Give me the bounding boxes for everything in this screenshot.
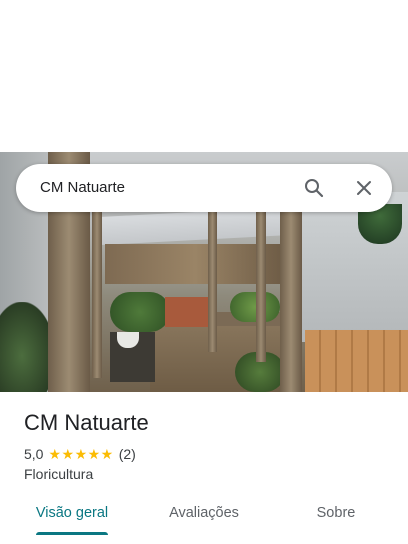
photo-detail — [110, 292, 170, 332]
place-title: CM Natuarte — [24, 410, 149, 435]
active-tab-indicator — [36, 532, 108, 535]
search-input[interactable]: CM Natuarte — [40, 164, 125, 212]
photo-detail — [92, 208, 102, 378]
photo-detail — [256, 212, 266, 362]
rating-row[interactable]: 5,0 ★★★★★ (2) — [24, 445, 136, 463]
tab-reviews[interactable]: Avaliações — [156, 498, 252, 538]
star-rating-icon: ★★★★★ — [48, 445, 114, 462]
place-category[interactable]: Floricultura — [24, 466, 93, 482]
place-info-panel: CM Natuarte 5,0 ★★★★★ (2) Floricultura V… — [0, 392, 408, 544]
photo-detail — [208, 212, 217, 352]
photo-detail — [280, 192, 302, 392]
close-icon[interactable] — [352, 176, 376, 200]
tab-about[interactable]: Sobre — [288, 498, 384, 538]
photo-detail — [165, 297, 210, 327]
photo-detail — [0, 302, 55, 392]
rating-value: 5,0 — [24, 446, 44, 462]
map-blank-area — [0, 0, 408, 152]
search-icon[interactable] — [302, 176, 326, 200]
review-count[interactable]: (2) — [119, 446, 136, 462]
photo-detail — [305, 330, 408, 392]
search-bar[interactable]: CM Natuarte — [16, 164, 392, 212]
photo-detail — [230, 292, 280, 322]
